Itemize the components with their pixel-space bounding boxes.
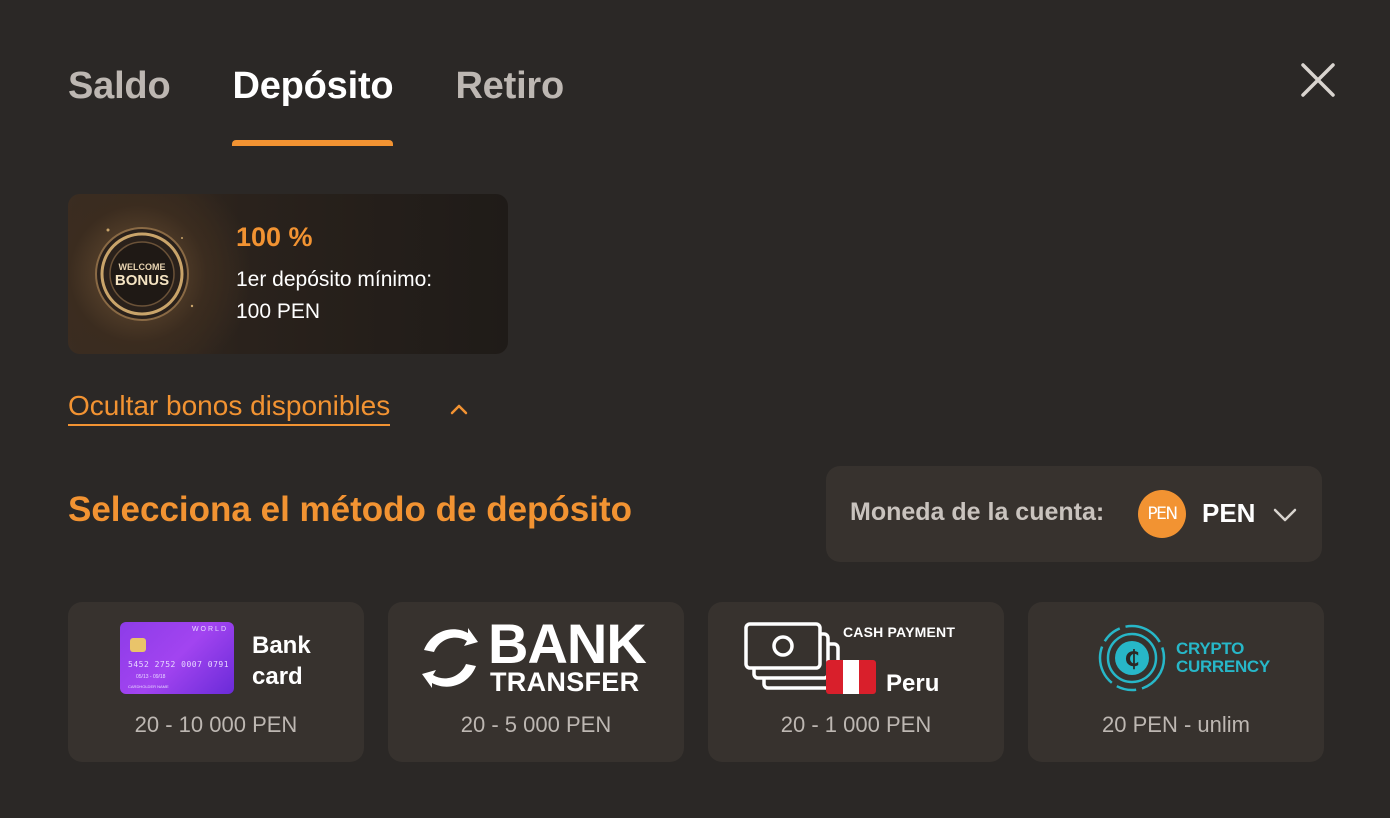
bank-card-label-line1: Bank (252, 632, 311, 659)
chevron-up-icon[interactable] (448, 398, 470, 420)
bonus-description: 1er depósito mínimo: 100 PEN (236, 264, 496, 328)
bank-card-logo: WORLD 5452 2752 0007 0791 05/13 - 09/18 … (68, 602, 364, 702)
credit-card-icon: WORLD 5452 2752 0007 0791 05/13 - 09/18 … (120, 622, 234, 694)
transfer-arrows-icon (422, 628, 478, 688)
card-holder: CARDHOLDER NAME (128, 684, 169, 689)
currency-code: PEN (1202, 498, 1256, 528)
welcome-bonus-card[interactable]: WELCOME BONUS 100 % 1er depósito mínimo:… (68, 194, 508, 354)
tab-bar: Saldo Depósito Retiro (68, 60, 626, 146)
method-cash-payment[interactable]: CASH PAYMENT Peru 20 - 1 000 PEN (708, 602, 1004, 762)
bank-card-label: Bank card (252, 630, 311, 692)
crypto-coin-icon: ₵ (1098, 624, 1166, 692)
emblem-text-bonus: BONUS (115, 272, 169, 289)
bank-transfer-label-line2: TRANSFER (490, 667, 640, 697)
method-bank-transfer[interactable]: BANK TRANSFER 20 - 5 000 PEN (388, 602, 684, 762)
tab-retiro[interactable]: Retiro (455, 60, 564, 146)
crypto-label: CRYPTO CURRENCY (1176, 640, 1270, 676)
svg-text:₵: ₵ (1124, 647, 1139, 672)
cash-payment-logo: CASH PAYMENT Peru (708, 602, 1004, 702)
bank-card-label-line2: card (252, 663, 303, 690)
method-range: 20 - 1 000 PEN (780, 712, 932, 737)
method-range: 20 - 10 000 PEN (134, 712, 298, 737)
crypto-logo: ₵ CRYPTO CURRENCY (1028, 602, 1324, 702)
crypto-label-line2: CURRENCY (1176, 657, 1270, 676)
cash-payment-label: CASH PAYMENT (843, 624, 956, 640)
cash-payment-country: Peru (886, 670, 940, 697)
bonus-description-line1: 1er depósito mínimo: (236, 268, 433, 291)
emblem-text-welcome: WELCOME (119, 262, 166, 272)
currency-selector[interactable]: Moneda de la cuenta: PEN PEN (826, 466, 1322, 562)
tab-saldo[interactable]: Saldo (68, 60, 171, 146)
method-crypto[interactable]: ₵ CRYPTO CURRENCY 20 PEN - unlim (1028, 602, 1324, 762)
method-bank-card[interactable]: WORLD 5452 2752 0007 0791 05/13 - 09/18 … (68, 602, 364, 762)
card-number: 5452 2752 0007 0791 (128, 660, 230, 669)
deposit-methods: WORLD 5452 2752 0007 0791 05/13 - 09/18 … (68, 602, 1324, 762)
crypto-label-line1: CRYPTO (1176, 639, 1245, 658)
welcome-bonus-emblem: WELCOME BONUS (95, 227, 194, 321)
chevron-down-icon (1273, 508, 1297, 522)
tab-deposito[interactable]: Depósito (232, 60, 394, 146)
section-title: Selecciona el método de depósito (68, 490, 633, 529)
bonus-percent: 100 % (236, 222, 313, 252)
card-brand: WORLD (191, 626, 228, 633)
card-date: 05/13 - 09/18 (136, 674, 166, 680)
currency-badge-icon: PEN (1138, 490, 1186, 538)
method-range: 20 - 5 000 PEN (460, 712, 612, 737)
bonus-description-line2: 100 PEN (236, 300, 321, 323)
bank-transfer-logo: BANK TRANSFER (388, 602, 684, 702)
close-icon[interactable] (1296, 58, 1340, 102)
bank-transfer-label-line1: BANK (488, 612, 647, 675)
card-chip (130, 638, 146, 652)
peru-flag-icon (826, 660, 876, 694)
hide-bonuses-link[interactable]: Ocultar bonos disponibles (68, 388, 391, 426)
currency-label: Moneda de la cuenta: (850, 498, 1105, 526)
method-range: 20 PEN - unlim (1102, 712, 1250, 737)
